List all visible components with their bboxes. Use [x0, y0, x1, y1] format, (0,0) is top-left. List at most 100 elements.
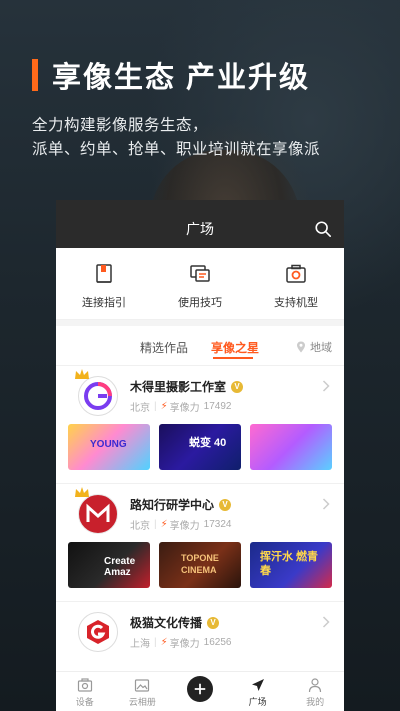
work-thumbnail-text: YOUNG	[90, 439, 127, 450]
crown-icon	[75, 487, 89, 497]
crown-icon	[75, 369, 89, 379]
nav-profile[interactable]: 我的	[286, 672, 344, 711]
chevron-right-icon[interactable]	[322, 380, 330, 392]
power-label: 享像力	[169, 639, 200, 650]
app-header: 广场	[56, 200, 344, 248]
studio-name-text: 木得里摄影工作室	[130, 380, 227, 394]
promo-subtitle-line2: 派单、约单、抢单、职业培训就在享像派	[32, 141, 321, 158]
verified-badge: V	[207, 616, 220, 629]
power-label: 享像力	[169, 403, 200, 414]
work-thumbnail[interactable]: TOPONE CINEMA	[159, 542, 241, 588]
location-pin-icon	[297, 341, 305, 353]
avatar[interactable]	[78, 612, 118, 652]
nav-label: 设备	[75, 697, 94, 707]
studio-city: 北京	[130, 521, 150, 532]
power-label: 享像力	[169, 521, 200, 532]
compass-icon	[251, 679, 264, 691]
quick-action-guide[interactable]: 连接指引	[56, 248, 152, 319]
studio-g-logo-icon	[84, 382, 112, 410]
work-thumbnail-text: 蜕变 40	[189, 437, 227, 449]
studio-logo	[78, 494, 118, 534]
power-value: 16256	[203, 637, 232, 648]
bottom-nav: 设备 云相册 广场 我的	[56, 671, 344, 711]
studio-card[interactable]: 极猫文化传播 V 上海 | ⚡ 享像力 16256	[56, 602, 344, 658]
tab-xiangxiang-stars[interactable]: 享像之星	[211, 339, 259, 356]
studio-meta: 北京 | ⚡ 享像力 17324	[130, 517, 231, 532]
studio-name: 木得里摄影工作室 V	[130, 378, 244, 395]
promo-accent-bar	[32, 59, 38, 91]
lightning-icon: ⚡	[160, 637, 168, 648]
studio-city: 北京	[130, 403, 150, 414]
nav-create[interactable]	[171, 672, 229, 711]
book-icon	[96, 264, 112, 283]
work-thumbnail-text: 挥汗水 燃青春	[260, 551, 319, 577]
active-tab-indicator	[213, 357, 253, 359]
studio-works: Create Amaz TOPONE CINEMA 挥汗水 燃青春	[68, 542, 332, 588]
work-thumbnail[interactable]	[250, 424, 332, 470]
camera-icon	[286, 264, 306, 283]
tab-region-filter[interactable]: 地域	[296, 339, 332, 355]
lightning-icon: ⚡	[160, 519, 168, 530]
work-thumbnail-text: TOPONE CINEMA	[181, 553, 219, 575]
cloud-album-icon	[135, 679, 150, 692]
studio-card[interactable]: 路知行研学中心 V 北京 | ⚡ 享像力 17324 Create Amaz T…	[56, 484, 344, 602]
nav-cloud-album[interactable]: 云相册	[114, 672, 172, 711]
studio-header: 极猫文化传播 V 上海 | ⚡ 享像力 16256	[68, 602, 332, 658]
studio-works: YOUNG 蜕变 40	[68, 424, 332, 470]
work-thumbnail[interactable]: Create Amaz	[68, 542, 150, 588]
verified-badge: V	[219, 498, 232, 511]
work-thumbnail[interactable]: 挥汗水 燃青春	[250, 542, 332, 588]
chevron-right-icon[interactable]	[322, 616, 330, 628]
card-divider	[56, 470, 344, 484]
power-value: 17324	[203, 519, 232, 530]
nav-square[interactable]: 广场	[229, 672, 287, 711]
search-icon[interactable]	[314, 220, 332, 238]
meta-separator: |	[154, 519, 157, 530]
chevron-right-icon[interactable]	[322, 498, 330, 510]
studio-header: 木得里摄影工作室 V 北京 | ⚡ 享像力 17492	[68, 366, 332, 422]
studio-logo	[78, 612, 118, 652]
studio-name-text: 极猫文化传播	[130, 616, 203, 630]
chat-tips-icon	[190, 265, 210, 282]
quick-action-tips[interactable]: 使用技巧	[152, 248, 248, 319]
plus-icon	[186, 676, 213, 702]
region-label: 地域	[310, 342, 332, 354]
page-title: 广场	[186, 221, 214, 237]
user-icon	[309, 678, 322, 693]
tab-featured-works[interactable]: 精选作品	[140, 339, 188, 356]
quick-action-label: 连接指引	[82, 297, 126, 309]
card-divider	[56, 588, 344, 602]
meta-separator: |	[154, 637, 157, 648]
studio-meta: 北京 | ⚡ 享像力 17492	[130, 399, 231, 414]
studio-name-text: 路知行研学中心	[130, 498, 215, 512]
promo-title: 享像生态 产业升级	[32, 54, 372, 96]
studio-g-logo-icon	[87, 620, 109, 644]
feed-tabs: 精选作品 享像之星 地域	[56, 326, 344, 366]
avatar[interactable]	[75, 369, 118, 416]
nav-label: 云相册	[128, 697, 156, 707]
studio-card[interactable]: 木得里摄影工作室 V 北京 | ⚡ 享像力 17492 YOUNG 蜕变 40	[56, 366, 344, 484]
meta-separator: |	[154, 401, 157, 412]
studio-name: 路知行研学中心 V	[130, 496, 232, 513]
quick-action-label: 支持机型	[274, 297, 318, 309]
avatar[interactable]	[75, 487, 118, 534]
work-thumbnail[interactable]: YOUNG	[68, 424, 150, 470]
studio-m-logo-icon	[86, 503, 110, 522]
quick-action-models[interactable]: 支持机型	[248, 248, 344, 319]
quick-action-label: 使用技巧	[178, 297, 222, 309]
nav-label: 我的	[306, 697, 325, 707]
promo-subtitle: 全力构建影像服务生态， 派单、约单、抢单、职业培训就在享像派	[32, 114, 372, 162]
work-thumbnail-text: Create Amaz	[104, 556, 136, 578]
power-value: 17492	[203, 401, 232, 412]
nav-label: 广场	[248, 697, 267, 707]
studio-header: 路知行研学中心 V 北京 | ⚡ 享像力 17324	[68, 484, 332, 540]
app-screen: 广场 连接指引 使用技巧 支持机型 精选作品 享像之星 地域 木得里摄影工作室 …	[56, 200, 344, 711]
promo-title-text: 享像生态 产业升级	[52, 62, 311, 94]
nav-devices[interactable]: 设备	[56, 672, 114, 711]
studio-meta: 上海 | ⚡ 享像力 16256	[130, 635, 231, 650]
verified-badge: V	[231, 380, 244, 393]
camera-icon	[77, 678, 92, 692]
work-thumbnail[interactable]: 蜕变 40	[159, 424, 241, 470]
studio-logo	[78, 376, 118, 416]
promo-subtitle-line1: 全力构建影像服务生态，	[32, 117, 209, 134]
